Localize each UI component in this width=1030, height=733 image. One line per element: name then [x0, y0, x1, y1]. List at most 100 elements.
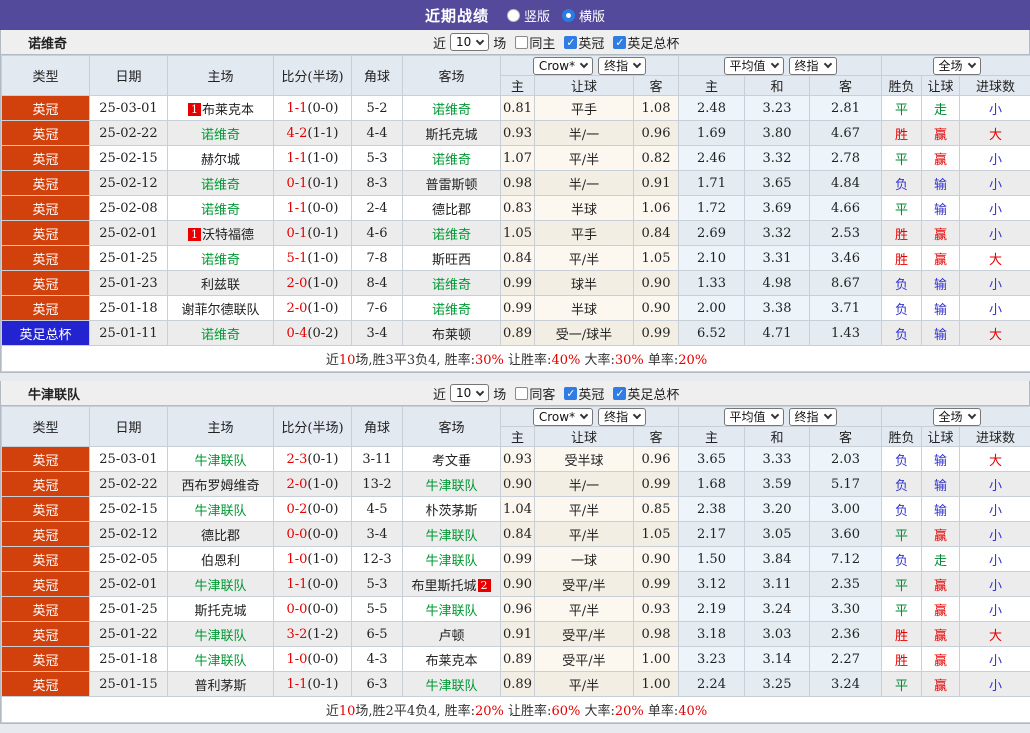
home-team: 谢菲尔德联队	[167, 295, 274, 321]
halftime-score: (1-0)	[307, 551, 339, 567]
europe-odds-group-controls: 平均值 终指	[680, 56, 881, 75]
handicap-away-odds: 0.93	[633, 596, 679, 622]
corner-count: 5-5	[351, 596, 403, 622]
column-subheader: 和	[744, 426, 810, 447]
filter-checkbox-0[interactable]: 同主	[515, 33, 555, 52]
handicap-outcome: 输	[921, 496, 961, 522]
match-type-badge: 英冠	[1, 270, 90, 296]
column-subheader: 让球	[534, 75, 634, 96]
summary-segment: 40%	[678, 704, 708, 719]
checkbox-label[interactable]: 同客	[529, 384, 555, 403]
column-subheader: 让球	[921, 426, 961, 447]
handicap-line: 平/半	[534, 496, 634, 522]
scope-group-select[interactable]: 全场	[932, 56, 981, 75]
match-row: 英冠 25-01-25 诺维奇 5-1(1-0) 7-8 斯旺西 0.84 平/半 1.05 2.…	[1, 245, 1030, 271]
checkbox-label[interactable]: 英冠	[578, 33, 604, 52]
checkbox-icon[interactable]: ✓	[613, 386, 627, 400]
layout-radio-0[interactable]: 竖版	[506, 6, 550, 25]
checkbox-icon[interactable]	[515, 386, 529, 400]
result-outcome: 负	[881, 496, 923, 522]
games-count-select[interactable]: 10	[450, 384, 490, 402]
summary-segment: 场,胜3平3负4, 胜率:	[355, 353, 476, 368]
handicap-odds-group-select[interactable]: Crow*	[532, 407, 594, 426]
column-header: 类型	[1, 406, 90, 447]
checkbox-label[interactable]: 英足总杯	[627, 33, 679, 52]
avg-home-odds: 1.33	[678, 270, 745, 296]
europe-odds-group-select[interactable]: 平均值	[723, 56, 784, 75]
column-subheader: 进球数	[959, 426, 1030, 447]
avg-draw-odds: 3.38	[744, 295, 810, 321]
team-name-text: 牛津联队	[425, 553, 478, 569]
results-table: 类型 日期 主场 比分(半场) 角球 客场 Crow* 终指 平均值 终指 全场 主让球客主和客胜负…	[0, 55, 1030, 372]
filter-checkbox-2[interactable]: ✓ 英足总杯	[613, 384, 679, 403]
corner-count: 12-3	[351, 546, 403, 572]
corner-count: 3-4	[351, 521, 403, 547]
avg-away-odds: 3.00	[808, 496, 883, 522]
handicap-away-odds: 0.82	[633, 145, 679, 171]
games-count-select[interactable]: 10	[450, 33, 490, 51]
results-body: 英冠 25-03-01 1 布莱克本 1-1(0-0) 5-2 诺维奇 0.81 平手 1.08 2…	[1, 95, 1030, 346]
handicap-home-odds: 0.83	[500, 195, 535, 221]
match-date: 25-02-12	[89, 170, 168, 196]
europe-odds-group-select[interactable]: 平均值	[723, 407, 784, 426]
header-row-groups: 类型 日期 主场 比分(半场) 角球 客场 Crow* 终指 平均值 终指 全场	[1, 55, 1030, 96]
goals-outcome: 小	[959, 195, 1030, 221]
away-team: 斯托克城	[402, 120, 501, 146]
handicap-line: 一球	[534, 546, 634, 572]
match-row: 英冠 25-01-25 斯托克城 0-0(0-0) 5-5 牛津联队 0.96 平/半 0.93…	[1, 596, 1030, 622]
halftime-score: (0-1)	[307, 175, 339, 191]
handicap-odds-group-select[interactable]: 终指	[598, 407, 647, 426]
games-count-select-value: 10	[456, 386, 472, 400]
checkbox-icon[interactable]	[515, 35, 529, 49]
match-date: 25-02-22	[89, 471, 168, 497]
layout-radio-1[interactable]: 横版	[562, 6, 605, 25]
home-team: 诺维奇	[167, 120, 274, 146]
filter-checkbox-1[interactable]: ✓ 英冠	[564, 384, 604, 403]
filter-checkbox-0[interactable]: 同客	[515, 384, 555, 403]
home-team: 诺维奇	[167, 170, 274, 196]
checkbox-icon[interactable]: ✓	[564, 35, 578, 49]
chevron-down-icon	[770, 59, 779, 69]
radio-icon[interactable]	[562, 8, 575, 22]
radio-icon[interactable]	[506, 8, 520, 22]
radio-label: 竖版	[523, 9, 550, 25]
away-team: 诺维奇	[402, 220, 501, 246]
checkbox-icon[interactable]: ✓	[613, 35, 627, 49]
filter-checkbox-2[interactable]: ✓ 英足总杯	[613, 33, 679, 52]
europe-odds-group-select-value: 终指	[794, 410, 819, 424]
europe-odds-group-select[interactable]: 终指	[788, 56, 837, 75]
scope-group-controls: 全场	[883, 407, 1030, 426]
handicap-home-odds: 0.99	[500, 270, 535, 296]
europe-odds-group-select-value: 平均值	[729, 59, 766, 73]
header-row-groups: 类型 日期 主场 比分(半场) 角球 客场 Crow* 终指 平均值 终指 全场	[1, 406, 1030, 447]
avg-away-odds: 3.30	[808, 596, 883, 622]
match-row: 英冠 25-02-15 赫尔城 1-1(1-0) 5-3 诺维奇 1.07 平/半 0.82 2.…	[1, 145, 1030, 171]
handicap-away-odds: 0.98	[633, 621, 679, 647]
match-type-badge: 英冠	[1, 521, 90, 547]
checkbox-icon[interactable]: ✓	[564, 386, 578, 400]
scope-group-select[interactable]: 全场	[932, 407, 981, 426]
handicap-home-odds: 0.89	[500, 646, 535, 672]
team-name-text: 谢菲尔德联队	[181, 302, 260, 318]
team-name-text: 牛津联队	[425, 678, 478, 694]
column-subheader: 主	[678, 75, 745, 96]
chevron-down-icon	[476, 387, 485, 396]
checkbox-label[interactable]: 英足总杯	[627, 384, 679, 403]
match-row: 英冠 25-02-22 西布罗姆维奇 2-0(1-0) 13-2 牛津联队 0.90 半/一 0…	[1, 471, 1030, 497]
checkbox-label[interactable]: 英冠	[578, 384, 604, 403]
team-name-text: 诺维奇	[431, 277, 471, 293]
filter-checkbox-1[interactable]: ✓ 英冠	[564, 33, 604, 52]
europe-odds-group-select[interactable]: 终指	[788, 407, 837, 426]
home-team: 斯托克城	[167, 596, 274, 622]
handicap-line: 受半球	[534, 446, 634, 472]
handicap-odds-group-select[interactable]: Crow*	[532, 56, 594, 75]
fulltime-score: 1-1	[286, 576, 308, 592]
checkbox-label[interactable]: 同主	[529, 33, 555, 52]
handicap-odds-group-select[interactable]: 终指	[598, 56, 647, 75]
avg-home-odds: 1.71	[678, 170, 745, 196]
avg-draw-odds: 4.98	[744, 270, 810, 296]
handicap-line: 半/一	[534, 120, 634, 146]
goals-outcome: 大	[959, 621, 1030, 647]
halftime-score: (0-1)	[307, 225, 339, 241]
home-team: 牛津联队	[167, 496, 274, 522]
